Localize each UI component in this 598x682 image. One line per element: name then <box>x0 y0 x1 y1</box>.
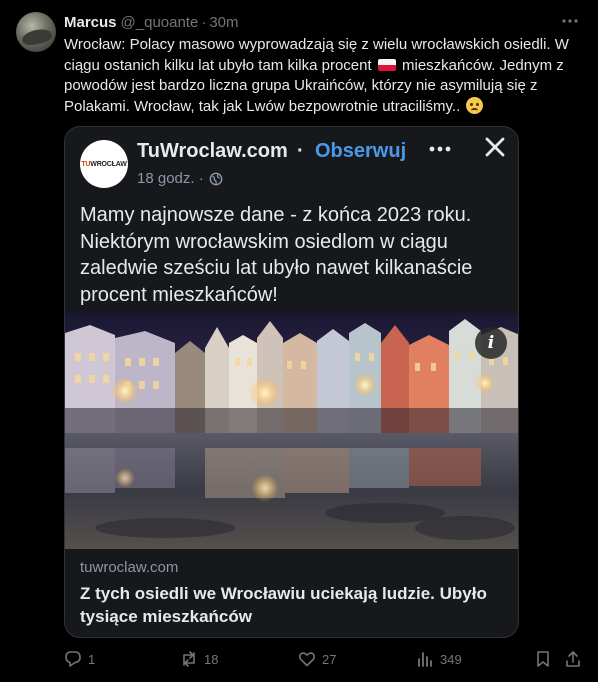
reply-icon <box>65 651 81 667</box>
source-more-icon[interactable] <box>427 135 453 167</box>
post-photo[interactable]: i <box>65 313 518 549</box>
source-time: 18 godz. · <box>137 170 204 187</box>
repost-icon <box>183 651 195 667</box>
source-separator: · <box>297 140 304 162</box>
tweet: Marcus @_quoante · 30m Wrocław: Polacy m… <box>0 0 598 682</box>
close-icon[interactable] <box>483 133 507 161</box>
author-handle[interactable]: @_quoante <box>121 14 199 31</box>
share-button[interactable] <box>564 650 588 668</box>
tweet-text: Wrocław: Polacy masowo wyprowadzają się … <box>64 35 584 117</box>
views-button[interactable]: 349 <box>416 650 462 668</box>
author-name[interactable]: Marcus <box>64 14 117 31</box>
bookmark-icon <box>537 651 549 667</box>
heart-icon <box>298 652 316 667</box>
tweet-time[interactable]: 30m <box>209 14 238 31</box>
source-name[interactable]: TuWroclaw.com <box>137 140 288 163</box>
follow-button[interactable]: Obserwuj <box>315 140 406 163</box>
repost-count: 18 <box>204 651 219 667</box>
tweet-header: Marcus @_quoante · 30m <box>64 12 586 32</box>
link-domain[interactable]: tuwroclaw.com <box>80 559 178 576</box>
bar-chart-icon <box>418 652 432 667</box>
embedded-post-card[interactable]: TUWROCŁAW TuWroclaw.com · Obserwuj 18 go… <box>64 126 519 638</box>
repost-button[interactable]: 18 <box>180 650 218 668</box>
share-icon <box>566 651 580 667</box>
separator-dot: · <box>201 13 207 31</box>
wroclaw-market-square-image <box>65 313 518 549</box>
source-logo: TUWROCŁAW <box>81 160 127 168</box>
like-count: 27 <box>322 651 337 667</box>
globe-icon <box>209 172 223 185</box>
like-button[interactable]: 27 <box>298 650 336 668</box>
crying-face-icon <box>466 96 484 114</box>
link-title[interactable]: Z tych osiedli we Wrocławiu uciekają lud… <box>80 582 500 628</box>
reply-button[interactable]: 1 <box>64 650 95 668</box>
info-icon[interactable]: i <box>475 327 507 359</box>
action-bar: 1 18 27 349 <box>64 650 586 672</box>
bookmark-button[interactable] <box>534 650 558 668</box>
more-options-icon[interactable] <box>558 12 582 32</box>
source-avatar[interactable]: TUWROCŁAW <box>80 140 128 188</box>
source-meta: 18 godz. · <box>137 170 223 187</box>
views-count: 349 <box>440 651 462 667</box>
reply-count: 1 <box>88 651 96 667</box>
poland-flag-icon <box>377 58 396 71</box>
embedded-post-text: Mamy najnowsze dane - z końca 2023 roku.… <box>80 204 473 306</box>
avatar[interactable] <box>16 12 56 52</box>
